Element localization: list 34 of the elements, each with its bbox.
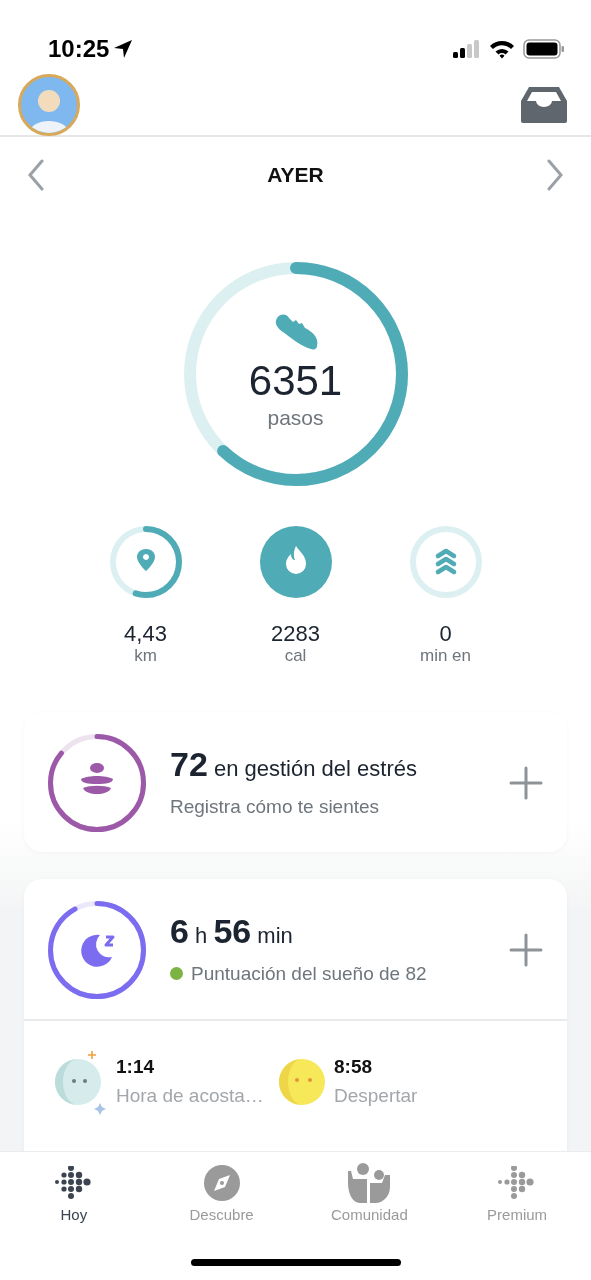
card-title: 72 en gestión del estrés: [170, 743, 418, 785]
sleep-card[interactable]: 6 h 56 min Puntuación del sueño de 82 1:14 Hora de acosta… 8:58 Despertar: [24, 878, 567, 1151]
wifi-icon: [489, 38, 515, 59]
signal-icon: [453, 38, 481, 59]
sleep-time-label: Despertar: [334, 1083, 418, 1108]
metric-value: 2283: [271, 622, 320, 647]
tab[interactable]: Hoy: [8, 1152, 139, 1232]
metric-unit: min en: [420, 646, 471, 667]
metric-value: 4,43: [124, 622, 167, 647]
location-arrow-icon: [113, 38, 134, 59]
metric-unit: km: [134, 646, 157, 667]
add-button[interactable]: [509, 765, 543, 800]
card-subtitle: Registra cómo te sientes: [170, 794, 380, 819]
battery-icon: [523, 38, 565, 59]
inbox-icon[interactable]: [521, 87, 567, 123]
score-dot: [170, 967, 183, 981]
metric-value: 0: [439, 622, 452, 647]
add-button[interactable]: [509, 932, 543, 967]
sun-icon: [278, 1057, 326, 1106]
sleep-time: 1:14: [116, 1055, 156, 1080]
date-title: AYER: [267, 161, 324, 188]
steps-count: 6351: [248, 360, 343, 403]
metric-unit: cal: [284, 646, 307, 667]
steps-unit: pasos: [267, 405, 324, 432]
card-title: 6 h 56 min: [170, 910, 294, 952]
stress-card[interactable]: 72 en gestión del estrés Registra cómo te sientes: [24, 711, 567, 852]
people-icon: [346, 1163, 393, 1203]
compass-icon: [203, 1165, 240, 1201]
sleep-time: 8:58: [334, 1055, 374, 1080]
card-subtitle: Puntuación del sueño de 82: [191, 961, 427, 986]
sleep-time-label: Hora de acosta…: [116, 1083, 264, 1108]
dots-arrow-icon: [498, 1166, 537, 1200]
dots-logo-icon: [54, 1166, 93, 1200]
status-time: 10:25: [48, 33, 110, 64]
